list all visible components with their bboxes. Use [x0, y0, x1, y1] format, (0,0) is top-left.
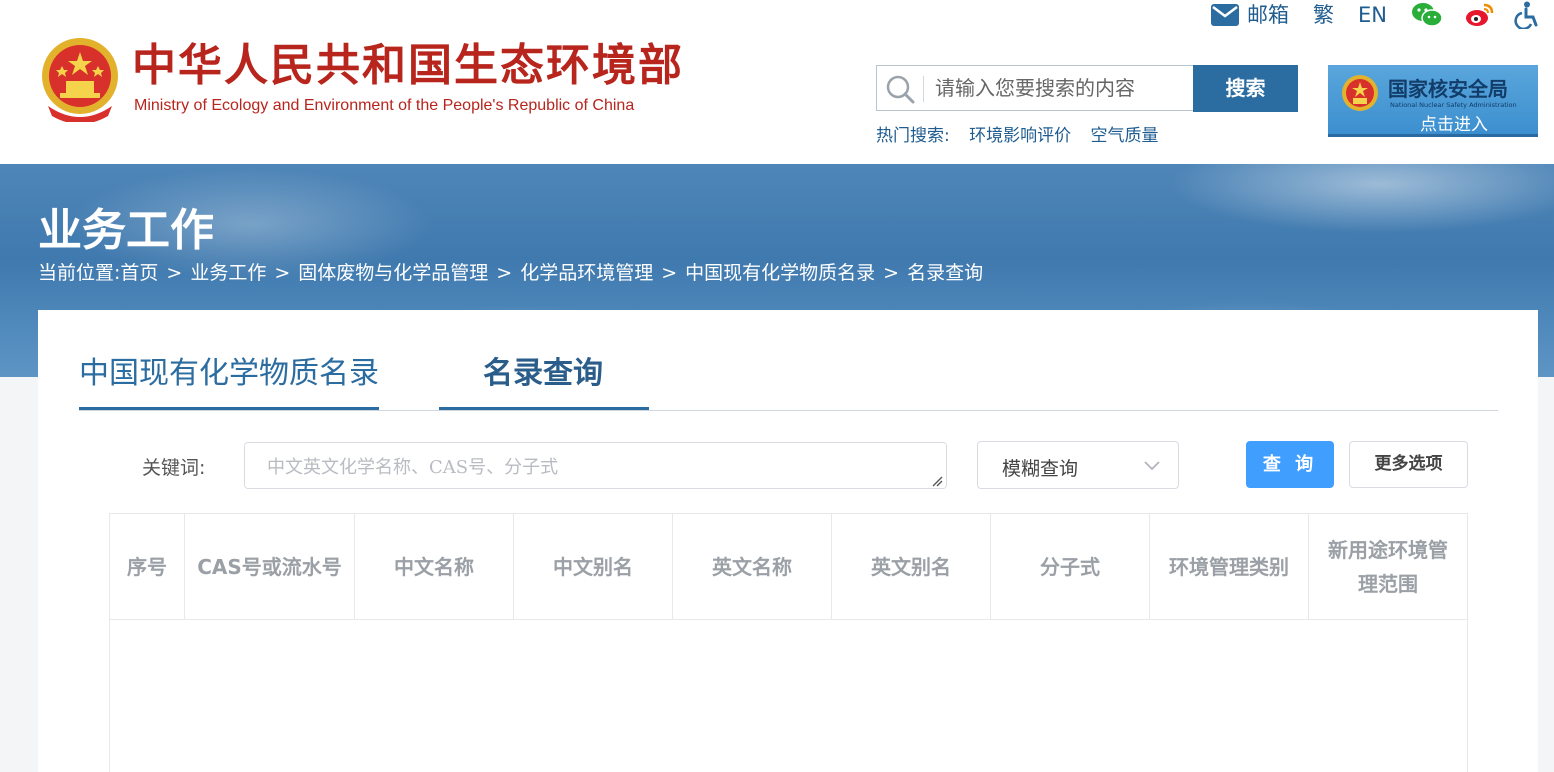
table-header: 序号 CAS号或流水号 中文名称 中文别名 英文名称 英文别名 分子式 环境管理…	[110, 514, 1467, 620]
tab-inventory-search[interactable]: 名录查询	[483, 348, 603, 392]
page-title: 业务工作	[38, 205, 214, 256]
more-options-button[interactable]: 更多选项	[1349, 441, 1468, 488]
english-link[interactable]: EN	[1358, 0, 1387, 30]
column-header-en-alias: 英文别名	[832, 514, 991, 620]
keyword-label: 关键词:	[142, 457, 206, 479]
site-header: 中华人民共和国生态环境部 Ministry of Ecology and Env…	[0, 0, 1554, 164]
tab-underline	[79, 407, 379, 410]
resize-grip-icon[interactable]	[931, 475, 943, 487]
site-logo-subtitle[interactable]: Ministry of Ecology and Environment of t…	[134, 97, 634, 115]
breadcrumb-item-current[interactable]: 名录查询	[907, 262, 983, 284]
accessibility-icon	[1514, 1, 1538, 29]
column-header-cn-name: 中文名称	[355, 514, 514, 620]
hot-search-item[interactable]: 环境影响评价	[969, 126, 1071, 146]
column-header-cn-alias: 中文别名	[514, 514, 673, 620]
content-card: 中国现有化学物质名录 名录查询 关键词: 模糊查询 查 询 更多选项 序号 CA…	[38, 310, 1538, 772]
hot-search-label: 热门搜索:	[876, 126, 950, 146]
tabs-divider	[79, 410, 1498, 411]
mail-icon	[1211, 4, 1239, 26]
hot-search: 热门搜索: 环境影响评价 空气质量	[876, 121, 1173, 146]
breadcrumb-item[interactable]: 中国现有化学物质名录	[685, 262, 875, 284]
search-icon[interactable]	[885, 74, 917, 104]
site-search-button[interactable]: 搜索	[1193, 65, 1298, 112]
weibo-icon	[1466, 3, 1494, 26]
column-header-index: 序号	[110, 514, 185, 620]
breadcrumb-item[interactable]: 首页	[120, 262, 158, 284]
nnsa-link-banner[interactable]: 国家核安全局 National Nuclear Safety Administr…	[1328, 65, 1538, 137]
breadcrumb-label: 当前位置:	[38, 262, 121, 284]
column-header-new-use-scope: 新用途环境管理范围	[1328, 538, 1448, 596]
column-header-cas: CAS号或流水号	[185, 514, 355, 620]
keyword-input[interactable]	[244, 442, 947, 489]
query-button[interactable]: 查 询	[1246, 441, 1334, 488]
tab-underline-active	[439, 407, 649, 410]
site-search-box	[876, 65, 1194, 111]
breadcrumb-item[interactable]: 化学品环境管理	[520, 262, 653, 284]
column-header-formula: 分子式	[991, 514, 1150, 620]
column-header-en-name: 英文名称	[673, 514, 832, 620]
chevron-down-icon	[1144, 461, 1160, 471]
match-mode-value: 模糊查询	[1002, 458, 1079, 480]
site-logo-title[interactable]: 中华人民共和国生态环境部	[132, 40, 684, 92]
search-divider	[923, 76, 924, 102]
traditional-chinese-link[interactable]: 繁	[1313, 0, 1334, 30]
mail-link-label: 邮箱	[1247, 3, 1289, 27]
hot-search-item[interactable]: 空气质量	[1091, 126, 1159, 146]
nnsa-emblem-icon	[1342, 75, 1378, 111]
nnsa-name-cn: 国家核安全局	[1388, 77, 1508, 101]
breadcrumb-item[interactable]: 业务工作	[190, 262, 266, 284]
national-emblem-icon[interactable]	[38, 36, 122, 122]
breadcrumb-item[interactable]: 固体废物与化学品管理	[298, 262, 488, 284]
results-table: 序号 CAS号或流水号 中文名称 中文别名 英文名称 英文别名 分子式 环境管理…	[109, 513, 1468, 772]
breadcrumb: 当前位置:首页 > 业务工作 > 固体废物与化学品管理 > 化学品环境管理 > 中国现有化学物质…	[38, 262, 984, 284]
match-mode-select[interactable]: 模糊查询	[977, 441, 1179, 489]
column-header-mgmt-category: 环境管理类别	[1150, 514, 1309, 620]
tab-chemical-inventory[interactable]: 中国现有化学物质名录	[79, 348, 379, 392]
nnsa-name-en: National Nuclear Safety Administration	[1390, 101, 1517, 109]
wechat-icon	[1412, 3, 1443, 27]
nnsa-enter-label: 点击进入	[1420, 115, 1488, 135]
site-search-input[interactable]	[933, 72, 1183, 104]
